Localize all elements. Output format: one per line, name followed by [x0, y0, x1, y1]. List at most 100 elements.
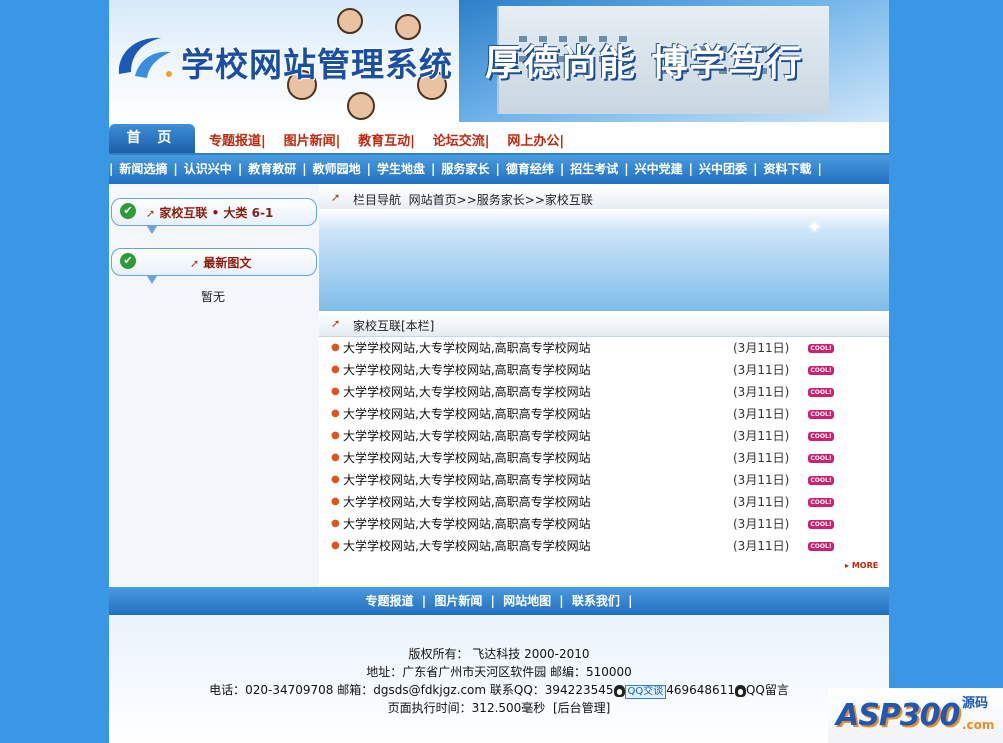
arrow-icon: ➚ [331, 191, 341, 204]
cool-badge: COOL! [808, 498, 834, 507]
sparkle-icon: ✦ [807, 217, 823, 238]
empty-placeholder: 暂无 [201, 290, 226, 304]
qq-icon [613, 684, 625, 697]
article-link[interactable]: 大学学校网站,大专学校网站,高职高专学校网站 [343, 535, 591, 557]
article-date: (3月11日) [733, 385, 790, 399]
article-link[interactable]: 大学学校网站,大专学校网站,高职高专学校网站 [343, 447, 591, 469]
school-motto: 厚德尚能 博学笃行 [485, 43, 804, 84]
qq-chat-button[interactable]: QQ交谈 [624, 685, 667, 699]
article-link[interactable]: 大学学校网站,大专学校网站,高职高专学校网站 [343, 359, 591, 381]
main-content: ➚ 栏目导航 网站首页>>服务家长>>家校互联 ✦ ➚ 家校互联[本栏] ● 大学… [319, 184, 889, 587]
cool-badge: COOL! [808, 520, 834, 529]
footer-link-photo-news[interactable]: 图片新闻 [434, 594, 482, 608]
list-item: ● 大学学校网站,大专学校网站,高职高专学校网站 (3月11日) COOL! [319, 535, 889, 557]
subnav-item[interactable]: 教育教研 [242, 155, 302, 184]
top-nav-online-office[interactable]: 网上办公| [507, 134, 564, 149]
footer-link-special-reports[interactable]: 专题报道 [366, 594, 414, 608]
qq-message-link[interactable]: QQ留言 [746, 683, 789, 697]
top-nav-special-reports[interactable]: 专题报道| [209, 134, 266, 149]
footer-link-contact[interactable]: 联系我们 [572, 594, 620, 608]
article-link[interactable]: 大学学校网站,大专学校网站,高职高专学校网站 [343, 491, 591, 513]
breadcrumb-bar: ➚ 栏目导航 网站首页>>服务家长>>家校互联 [319, 186, 889, 211]
article-date: (3月11日) [733, 495, 790, 509]
exec-time: 页面执行时间：312.500毫秒 [387, 701, 546, 715]
article-date: (3月11日) [733, 539, 790, 553]
qq-icon [734, 684, 746, 697]
subnav-item[interactable]: 兴中党建 [629, 155, 689, 184]
section-header: ➚ 家校互联[本栏] [319, 312, 889, 337]
bullet-icon: ● [331, 386, 340, 397]
bullet-icon: ● [331, 518, 340, 529]
article-link[interactable]: 大学学校网站,大专学校网站,高职高专学校网站 [343, 381, 591, 403]
watermark-domain: .com [962, 718, 995, 732]
list-item: ● 大学学校网站,大专学校网站,高职高专学校网站 (3月11日) COOL! [319, 513, 889, 535]
cool-badge: COOL! [808, 454, 834, 463]
category-box: ✔ ➚ 家校互联 • 大类 6-1 [111, 198, 317, 226]
subnav-item[interactable]: 德育经纬 [500, 155, 560, 184]
article-link[interactable]: 大学学校网站,大专学校网站,高职高专学校网站 [343, 337, 591, 359]
check-icon: ✔ [120, 203, 136, 219]
bullet-icon: ● [331, 474, 340, 485]
page: 学校网站管理系统 厚德尚能 博学笃行 首 页 专题报道| 图片新闻| 教育互动|… [109, 0, 889, 743]
list-item: ● 大学学校网站,大专学校网站,高职高专学校网站 (3月11日) COOL! [319, 403, 889, 425]
home-tab[interactable]: 首 页 [109, 124, 195, 153]
list-item: ● 大学学校网站,大专学校网站,高职高专学校网站 (3月11日) COOL! [319, 337, 889, 359]
exec-line: 页面执行时间：312.500毫秒 [后台管理] [109, 699, 889, 717]
top-nav-photo-news[interactable]: 图片新闻| [284, 134, 341, 149]
site-title: 学校网站管理系统 [181, 45, 453, 84]
section-title: 家校互联[本栏] [353, 319, 435, 333]
subnav-item[interactable]: 资料下载 [757, 155, 817, 184]
top-nav-education-interaction[interactable]: 教育互动| [358, 134, 415, 149]
cool-badge: COOL! [808, 410, 834, 419]
article-link[interactable]: 大学学校网站,大专学校网站,高职高专学校网站 [343, 425, 591, 447]
school-logo-icon [118, 37, 172, 78]
watermark-cn: 源码 [962, 696, 989, 711]
category-title: 家校互联 • 大类 6-1 [159, 206, 274, 220]
subnav-item[interactable]: 招生考试 [564, 155, 624, 184]
top-navigation: 首 页 专题报道| 图片新闻| 教育互动| 论坛交流| 网上办公| [109, 122, 889, 155]
top-nav-forum[interactable]: 论坛交流| [433, 134, 490, 149]
contact-line: 电话：020-34709708 邮箱：dgsds@fdkjgz.com 联系QQ… [109, 681, 889, 699]
asp300-watermark-logo: ASP300 源码 .com [828, 688, 1003, 743]
bullet-icon: ● [331, 496, 340, 507]
contact-info: 电话：020-34709708 邮箱：dgsds@fdkjgz.com 联系QQ… [209, 683, 614, 697]
article-date: (3月11日) [733, 473, 790, 487]
list-item: ● 大学学校网站,大专学校网站,高职高专学校网站 (3月11日) COOL! [319, 469, 889, 491]
article-link[interactable]: 大学学校网站,大专学校网站,高职高专学校网站 [343, 403, 591, 425]
article-date: (3月11日) [733, 451, 790, 465]
check-icon: ✔ [120, 253, 136, 269]
list-item: ● 大学学校网站,大专学校网站,高职高专学校网站 (3月11日) COOL! [319, 425, 889, 447]
cool-badge: COOL! [808, 366, 834, 375]
list-item: ● 大学学校网站,大专学校网站,高职高专学校网站 (3月11日) COOL! [319, 359, 889, 381]
footer-navigation: 专题报道 | 图片新闻 | 网站地图 | 联系我们 | [109, 587, 889, 615]
subnav-item[interactable]: 认识兴中 [178, 155, 238, 184]
category-navigation: | 新闻选摘 | 认识兴中 | 教育教研 | 教师园地 | 学生地盘 | 服务家长 | 德育经纬 | 招生考试… [109, 155, 889, 184]
cool-badge: COOL! [808, 432, 834, 441]
article-link[interactable]: 大学学校网站,大专学校网站,高职高专学校网站 [343, 513, 591, 535]
list-item: ● 大学学校网站,大专学校网站,高职高专学校网站 (3月11日) COOL! [319, 447, 889, 469]
article-link[interactable]: 大学学校网站,大专学校网站,高职高专学校网站 [343, 469, 591, 491]
admin-link[interactable]: [后台管理] [553, 701, 610, 715]
left-sidebar: ✔ ➚ 家校互联 • 大类 6-1 ✔ ➚ 最新图文 暂无 [109, 184, 319, 587]
cool-badge: COOL! [808, 344, 834, 353]
cool-badge: COOL! [808, 542, 834, 551]
cool-badge: COOL! [808, 476, 834, 485]
latest-title: 最新图文 [203, 256, 252, 270]
latest-box: ✔ ➚ 最新图文 [111, 248, 317, 276]
bullet-icon: ● [331, 452, 340, 463]
subnav-item[interactable]: 兴中团委 [693, 155, 753, 184]
qq-number: 469648611 [666, 683, 735, 697]
address: 地址：广东省广州市天河区软件园 邮编：510000 [366, 665, 632, 679]
subnav-item[interactable]: 教师园地 [307, 155, 367, 184]
more-link[interactable]: ▸ MORE [845, 561, 878, 570]
breadcrumb[interactable]: 网站首页>>服务家长>>家校互联 [409, 193, 593, 207]
article-list: ● 大学学校网站,大专学校网站,高职高专学校网站 (3月11日) COOL! ● 大学学… [319, 337, 889, 557]
arrow-icon: ➚ [146, 207, 156, 220]
article-date: (3月11日) [733, 517, 790, 531]
footer-link-site-map[interactable]: 网站地图 [503, 594, 551, 608]
subnav-item[interactable]: 学生地盘 [371, 155, 431, 184]
copyright: 版权所有： 飞达科技 2000-2010 [408, 647, 590, 661]
subnav-item[interactable]: 新闻选摘 [113, 155, 173, 184]
watermark-brand: ASP300 [836, 698, 960, 733]
subnav-item[interactable]: 服务家长 [435, 155, 495, 184]
